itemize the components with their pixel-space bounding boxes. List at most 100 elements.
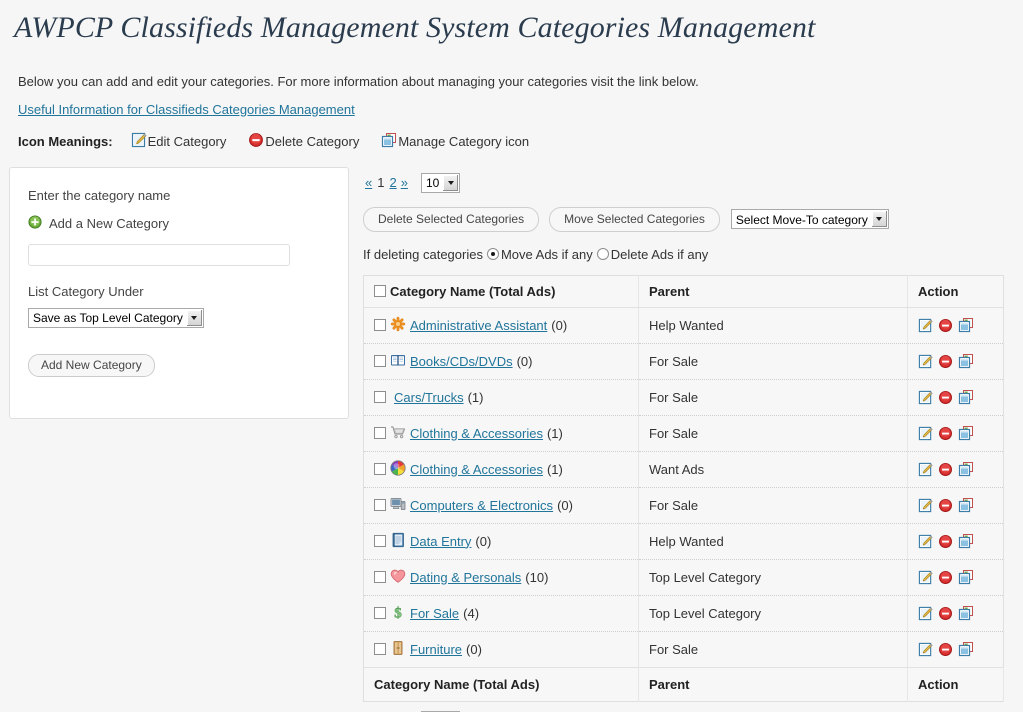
row-select-checkbox[interactable] (374, 463, 386, 475)
delete-selected-categories-button[interactable]: Delete Selected Categories (363, 206, 540, 232)
delete-category-icon[interactable] (938, 426, 953, 441)
categories-table: Category Name (Total Ads) Parent Action … (363, 274, 1004, 702)
category-name-link[interactable]: For Sale (410, 606, 459, 621)
footer-category-name: Category Name (Total Ads) (363, 666, 639, 701)
manage-category-icon[interactable] (958, 317, 974, 333)
delete-category-icon[interactable] (938, 534, 953, 549)
category-total-ads: (0) (551, 317, 568, 333)
useful-information-link[interactable]: Useful Information for Classifieds Categ… (18, 102, 355, 117)
category-name-link[interactable]: Data Entry (410, 534, 471, 549)
edit-category-icon[interactable] (918, 534, 933, 549)
move-ads-label: Move Ads if any (500, 246, 593, 262)
pagination-page-2-link[interactable]: 2 (389, 175, 396, 190)
pagination-prev-link[interactable]: « (365, 175, 372, 190)
category-name-link[interactable]: Administrative Assistant (410, 318, 547, 333)
category-name-input[interactable] (28, 243, 290, 266)
pagination-next-link[interactable]: » (401, 175, 408, 190)
select-all-checkbox[interactable] (374, 285, 386, 297)
manage-category-icon[interactable] (958, 533, 974, 549)
cell-category-name: Books/CDs/DVDs (0) (363, 343, 639, 380)
header-category-name: Category Name (Total Ads) (363, 275, 639, 308)
row-select-checkbox[interactable] (374, 607, 386, 619)
delete-category-icon[interactable] (938, 354, 953, 369)
legend-delete-category: Delete Category (248, 132, 359, 151)
edit-category-icon[interactable] (918, 570, 933, 585)
cell-parent: Want Ads (638, 451, 908, 488)
edit-category-icon[interactable] (918, 390, 933, 405)
cell-parent: For Sale (638, 631, 908, 668)
pagination-top: « 1 2 » 10 (363, 167, 1004, 193)
table-row: Books/CDs/DVDs (0) For Sale (363, 343, 1004, 380)
delete-category-icon[interactable] (938, 318, 953, 333)
pagination-bottom: « 1 2 » 10 (363, 702, 1004, 712)
manage-category-icon[interactable] (958, 353, 974, 369)
delete-ads-radio[interactable] (596, 248, 609, 260)
manage-category-icon[interactable] (958, 605, 974, 621)
delete-options-row: If deleting categories Move Ads if any D… (363, 247, 1004, 262)
row-select-checkbox[interactable] (374, 355, 386, 367)
manage-category-icon[interactable] (958, 389, 974, 405)
legend-edit-category: Edit Category (131, 132, 226, 151)
category-total-ads: (0) (475, 533, 492, 549)
icon-meanings-label: Icon Meanings: (18, 133, 113, 149)
category-name-label: Enter the category name (28, 187, 171, 203)
category-name-link[interactable]: Books/CDs/DVDs (410, 354, 513, 369)
chevron-down-icon (185, 309, 202, 326)
add-new-category-button[interactable]: Add New Category (28, 353, 155, 377)
move-to-category-select[interactable]: Select Move-To category (730, 209, 889, 229)
table-row: Furniture (0) For Sale (363, 631, 1004, 668)
category-total-ads: (10) (525, 569, 549, 585)
categories-management-page: AWPCP Classifieds Management System Cate… (0, 0, 1023, 712)
delete-category-icon[interactable] (938, 642, 953, 657)
cell-category-name: Furniture (0) (363, 631, 639, 668)
edit-category-icon[interactable] (918, 318, 933, 333)
delete-category-icon[interactable] (938, 606, 953, 621)
row-select-checkbox[interactable] (374, 319, 386, 331)
category-name-link[interactable]: Furniture (410, 642, 462, 657)
header-category-name-label: Category Name (Total Ads) (390, 283, 556, 299)
add-new-category-heading: Add a New Category (28, 214, 330, 232)
row-select-checkbox[interactable] (374, 643, 386, 655)
edit-category-icon[interactable] (918, 606, 933, 621)
left-column: Enter the category name Add a New Catego… (9, 166, 349, 419)
category-name-link[interactable]: Dating & Personals (410, 570, 521, 585)
cell-parent: Top Level Category (638, 559, 908, 596)
category-total-ads: (1) (546, 461, 563, 477)
cell-parent: For Sale (638, 415, 908, 452)
row-select-checkbox[interactable] (374, 499, 386, 511)
row-select-checkbox[interactable] (374, 391, 386, 403)
edit-category-icon[interactable] (918, 354, 933, 369)
parent-category-select[interactable]: Save as Top Level Category (28, 307, 204, 328)
category-name-link[interactable]: Clothing & Accessories (410, 426, 543, 441)
table-row: Data Entry (0) Help Wanted (363, 523, 1004, 560)
manage-category-icon[interactable] (958, 425, 974, 441)
row-select-checkbox[interactable] (374, 535, 386, 547)
manage-category-icon[interactable] (958, 641, 974, 657)
row-select-checkbox[interactable] (374, 427, 386, 439)
list-category-under-label: List Category Under (28, 283, 144, 299)
delete-category-icon[interactable] (938, 462, 953, 477)
delete-category-icon[interactable] (938, 570, 953, 585)
edit-category-icon[interactable] (918, 426, 933, 441)
move-ads-radio[interactable] (486, 248, 499, 260)
manage-category-icon[interactable] (958, 569, 974, 585)
move-selected-categories-button[interactable]: Move Selected Categories (549, 206, 720, 232)
category-name-link[interactable]: Cars/Trucks (394, 390, 464, 405)
edit-category-icon[interactable] (918, 462, 933, 477)
category-name-link[interactable]: Clothing & Accessories (410, 462, 543, 477)
manage-category-icon[interactable] (958, 497, 974, 513)
row-select-checkbox[interactable] (374, 571, 386, 583)
manage-category-icon[interactable] (958, 461, 974, 477)
cart-icon (390, 424, 410, 443)
category-name-link[interactable]: Computers & Electronics (410, 498, 553, 513)
bulk-action-bar: Delete Selected Categories Move Selected… (363, 206, 1004, 232)
delete-category-icon[interactable] (938, 498, 953, 513)
cell-action (907, 415, 1004, 452)
delete-category-icon[interactable] (938, 390, 953, 405)
cell-category-name: Clothing & Accessories (1) (363, 415, 639, 452)
edit-category-icon[interactable] (918, 498, 933, 513)
per-page-select-top[interactable]: 10 (420, 172, 461, 193)
book-icon (390, 352, 410, 371)
cell-category-name: Dating & Personals (10) (363, 559, 639, 596)
edit-category-icon[interactable] (918, 642, 933, 657)
